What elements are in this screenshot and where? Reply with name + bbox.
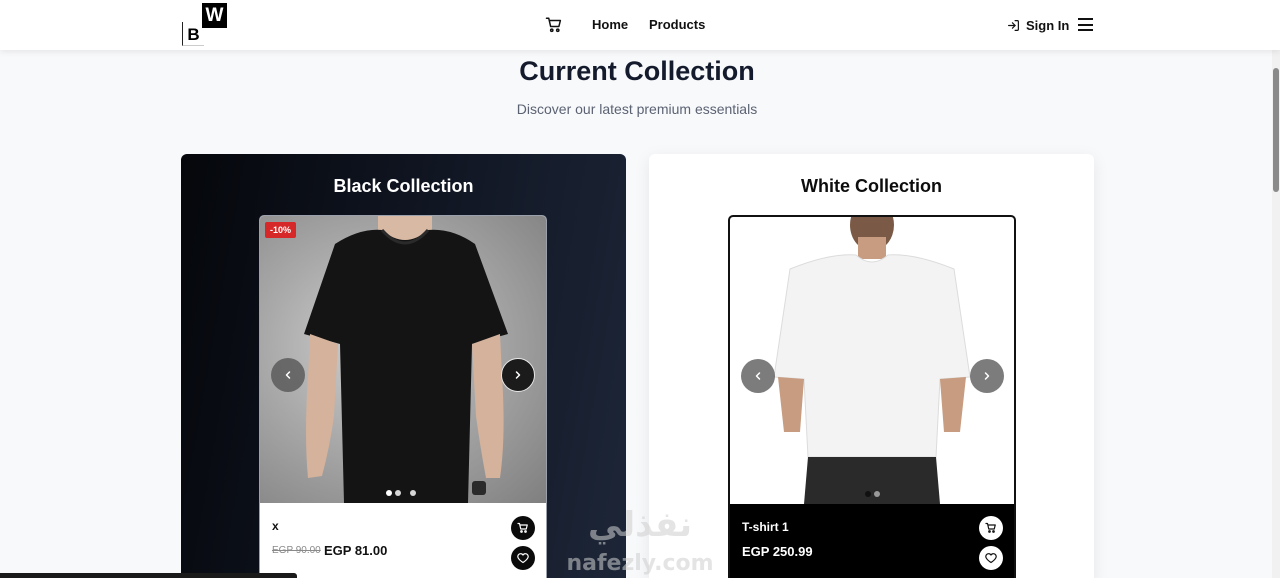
chevron-right-icon [515, 371, 521, 379]
carousel-dot[interactable] [386, 490, 392, 496]
chevron-right-icon [984, 372, 990, 380]
product-info: x EGP 90.00 EGP 81.00 [260, 503, 546, 578]
discount-badge: -10% [265, 222, 297, 238]
watermark-logo: نفذلي nafezly.com [560, 500, 720, 578]
white-collection-title: White Collection [801, 176, 942, 196]
add-to-cart-button[interactable] [979, 516, 1003, 540]
logo-b: B [182, 22, 204, 46]
watermark-latin: nafezly.com [566, 551, 713, 576]
carousel-prev-button[interactable] [271, 358, 305, 392]
brand-logo[interactable]: W B [182, 3, 228, 47]
black-tshirt-image [304, 216, 508, 503]
product-name[interactable]: T-shirt 1 [742, 520, 789, 534]
carousel-dot[interactable] [865, 491, 871, 497]
sign-in-label: Sign In [1026, 17, 1070, 33]
chevron-left-icon [285, 371, 291, 379]
carousel-next-button[interactable] [501, 358, 535, 392]
section-subtitle: Discover our latest premium essentials [516, 101, 758, 117]
carousel-dots [865, 491, 880, 497]
old-price: EGP 90.00 [272, 545, 321, 556]
black-collection-title: Black Collection [333, 176, 474, 196]
add-to-cart-button[interactable] [511, 516, 535, 540]
bottom-bar [0, 573, 297, 578]
logo-w: W [202, 3, 227, 28]
nav-home[interactable]: Home [592, 17, 628, 32]
white-tshirt-image [773, 217, 971, 504]
heart-icon [517, 553, 529, 564]
cart-icon [985, 522, 996, 533]
carousel-dots [386, 490, 416, 496]
wishlist-button[interactable] [979, 546, 1003, 570]
product-image[interactable] [730, 217, 1014, 504]
product-card[interactable]: -10% x EGP 90.00 EGP 81.00 [259, 215, 547, 578]
site-header: W B Home Products Sign In [0, 0, 1280, 50]
section-title: Current Collection [519, 56, 755, 86]
product-name[interactable]: x [272, 519, 279, 533]
carousel-dot[interactable] [874, 491, 880, 497]
product-image[interactable]: -10% [260, 216, 546, 503]
heart-icon [985, 553, 997, 564]
cart-icon[interactable] [545, 16, 563, 34]
product-card[interactable]: T-shirt 1 EGP 250.99 [728, 215, 1016, 578]
carousel-next-button[interactable] [970, 359, 1004, 393]
chevron-left-icon [755, 372, 761, 380]
wishlist-button[interactable] [511, 546, 535, 570]
product-price: EGP 81.00 [324, 543, 388, 558]
carousel-dot[interactable] [395, 490, 401, 496]
watermark-arabic: نفذلي [588, 505, 692, 545]
cart-icon [517, 522, 528, 533]
menu-icon[interactable] [1078, 18, 1093, 31]
product-price: EGP 250.99 [742, 544, 813, 559]
sign-in-button[interactable]: Sign In [1007, 16, 1069, 34]
carousel-prev-button[interactable] [741, 359, 775, 393]
nav-products[interactable]: Products [649, 17, 705, 32]
carousel-dot[interactable] [410, 490, 416, 496]
sign-in-icon [1008, 19, 1019, 31]
product-info: T-shirt 1 EGP 250.99 [730, 504, 1014, 578]
